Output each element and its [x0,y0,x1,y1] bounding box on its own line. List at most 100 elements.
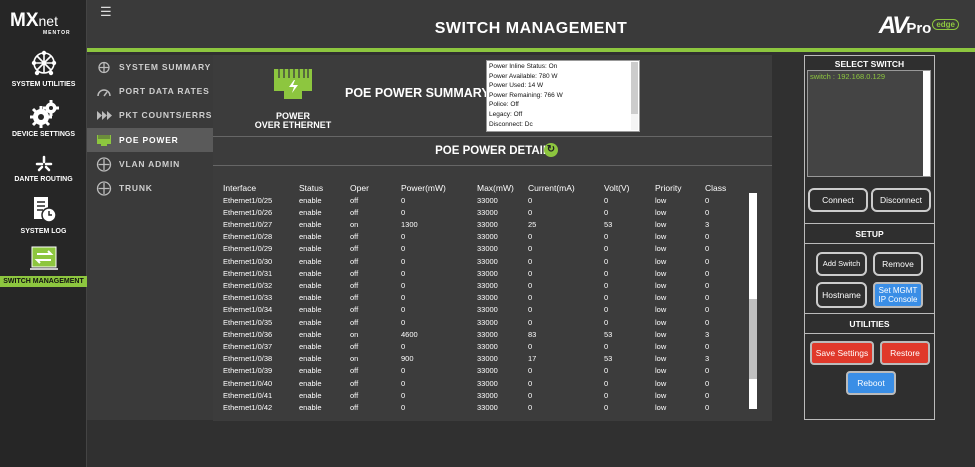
cell-max: 33000 [477,378,498,388]
submenu-port-data-rates[interactable]: PORT DATA RATES [87,79,213,103]
cell-priority: low [655,268,667,278]
cell-status: enable [299,390,322,400]
summary-line: Power Inline Status: On [489,63,558,70]
cell-volt: 0 [604,280,609,290]
cell-status: enable [299,244,322,254]
table-scrollbar[interactable] [749,193,757,409]
divider [805,243,934,244]
cell-power: 0 [401,256,406,266]
switch-list-item[interactable]: switch : 192.168.0.129 [808,71,930,82]
cell-status: enable [299,280,322,290]
summary-scrollbar[interactable] [631,62,638,130]
refresh-icon[interactable]: ↻ [544,143,558,157]
switch-list-scrollbar[interactable] [923,71,930,176]
submenu-label: SYSTEM SUMMARY [119,62,212,72]
cell-current: 0 [528,293,533,303]
table-row: Ethernet1/0/42 enable off 0 33000 0 0 low 0 [223,401,753,410]
cell-interface: Ethernet1/0/36 [223,329,273,339]
submenu-system-summary[interactable]: SYSTEM SUMMARY [87,55,213,79]
submenu-label: PORT DATA RATES [119,86,210,96]
hamburger-menu-icon[interactable]: ☰ [100,4,112,20]
submenu-vlan-admin[interactable]: VLAN ADMIN [87,152,213,176]
cell-oper: off [350,195,359,205]
cell-priority: low [655,341,667,351]
cell-power: 0 [401,268,406,278]
cell-current: 0 [528,402,533,410]
hostname-button[interactable]: Hostname [816,282,867,308]
app-window: MXnet MENTOR SYSTEM UTILITIES DEVICE SET… [0,0,975,467]
cell-oper: on [350,329,359,339]
table-header-row: Interface Status Oper Power(mW) Max(mW) Curre… [223,182,753,194]
cell-volt: 0 [604,341,609,351]
save-settings-button[interactable]: Save Settings [810,341,874,365]
submenu-pkt-counts[interactable]: PKT COUNTS/ERRS [87,103,213,127]
submenu-label: VLAN ADMIN [119,159,181,169]
cell-volt: 0 [604,317,609,327]
cell-interface: Ethernet1/0/29 [223,244,273,254]
set-mgmt-ip-button[interactable]: Set MGMT IP Console [873,282,923,308]
ip-console-label: IP Console [878,295,918,304]
nav-device-settings[interactable]: DEVICE SETTINGS [0,100,87,139]
cell-class: 3 [705,329,710,339]
submenu-poe-power[interactable]: POE POWER [87,128,213,152]
table-row: Ethernet1/0/33 enable off 0 33000 0 0 low 0 [223,292,753,304]
cell-interface: Ethernet1/0/38 [223,354,273,364]
cell-status: enable [299,329,322,339]
cell-status: enable [299,256,322,266]
cell-oper: off [350,366,359,376]
table-row: Ethernet1/0/27 enable on 1300 33000 25 53 low 3 [223,218,753,230]
cell-volt: 0 [604,390,609,400]
submenu-label: POE POWER [119,135,179,145]
summary-line: Police: Off [489,101,519,109]
restore-button[interactable]: Restore [880,341,930,365]
cell-current: 0 [528,366,533,376]
cell-current: 0 [528,268,533,278]
divider [805,223,934,224]
network-icon [95,60,113,74]
cell-interface: Ethernet1/0/28 [223,232,273,242]
cell-volt: 0 [604,305,609,315]
switch-list[interactable]: switch : 192.168.0.129 [807,70,931,177]
cross-arrows-icon [95,180,113,196]
connect-button[interactable]: Connect [808,188,868,212]
cell-oper: off [350,280,359,290]
avpro-edge-logo: AVPro edge [879,12,959,39]
poe-power-panel: POWER OVER ETHERNET POE POWER SUMMARY: P… [213,55,772,421]
reboot-button[interactable]: Reboot [846,371,896,395]
left-navigation: MXnet MENTOR SYSTEM UTILITIES DEVICE SET… [0,0,87,467]
scrollbar-thumb[interactable] [749,299,757,379]
cell-status: enable [299,219,322,229]
cell-status: enable [299,232,322,242]
add-switch-button[interactable]: Add Switch [816,252,867,276]
nav-label: DANTE ROUTING [14,176,73,183]
cell-status: enable [299,268,322,278]
table-row: Ethernet1/0/34 enable off 0 33000 0 0 low 0 [223,304,753,316]
disconnect-button[interactable]: Disconnect [871,188,931,212]
poe-summary-box[interactable]: Power Inline Status: On Power Available:… [486,60,640,132]
cell-interface: Ethernet1/0/40 [223,378,273,388]
cell-max: 33000 [477,305,498,315]
cell-current: 0 [528,232,533,242]
cell-priority: low [655,329,667,339]
submenu-trunk[interactable]: TRUNK [87,176,213,200]
cell-volt: 0 [604,232,609,242]
table-row: Ethernet1/0/30 enable off 0 33000 0 0 low 0 [223,255,753,267]
nav-system-utilities[interactable]: SYSTEM UTILITIES [0,50,87,88]
table-row: Ethernet1/0/38 enable on 900 33000 17 53 low 3 [223,353,753,365]
column-header-priority: Priority [655,183,682,193]
nav-dante-routing[interactable]: DANTE ROUTING [0,155,87,183]
nav-system-log[interactable]: SYSTEM LOG [0,195,87,235]
table-row: Ethernet1/0/28 enable off 0 33000 0 0 low 0 [223,231,753,243]
cell-power: 0 [401,207,406,217]
table-row: Ethernet1/0/35 enable off 0 33000 0 0 low 0 [223,316,753,328]
top-header: ☰ SWITCH MANAGEMENT AVPro edge [87,0,975,52]
remove-button[interactable]: Remove [873,252,923,276]
cell-max: 33000 [477,366,498,376]
nav-switch-management[interactable]: SWITCH MANAGEMENT [0,245,87,287]
table-row: Ethernet1/0/26 enable off 0 33000 0 0 low 0 [223,206,753,218]
cell-power: 0 [401,232,406,242]
cell-current: 0 [528,244,533,254]
cell-priority: low [655,244,667,254]
cell-interface: Ethernet1/0/27 [223,219,273,229]
cell-oper: off [350,244,359,254]
